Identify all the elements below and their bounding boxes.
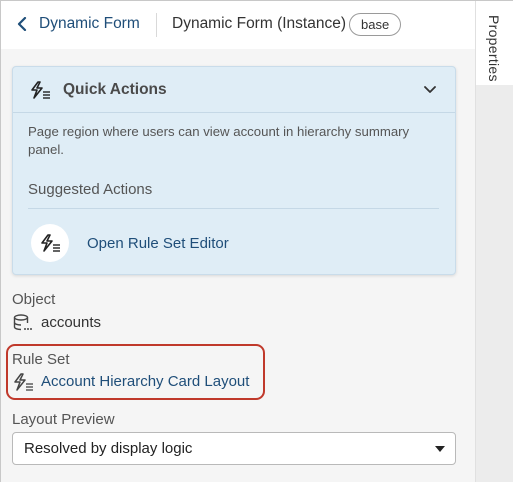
rule-set-icon	[29, 81, 51, 104]
rule-set-link[interactable]: Account Hierarchy Card Layout	[41, 373, 249, 390]
properties-rail	[475, 85, 513, 482]
layout-preview-value: Resolved by display logic	[24, 440, 193, 457]
open-rule-set-editor-action[interactable]: Open Rule Set Editor	[31, 223, 229, 263]
status-badge: base	[349, 13, 402, 36]
app-frame: Dynamic Form Dynamic Form (Instance) bas…	[0, 0, 513, 482]
breadcrumb-dynamic-form[interactable]: Dynamic Form	[39, 15, 140, 33]
back-chevron-icon[interactable]	[13, 14, 31, 34]
rule-set-icon	[12, 373, 34, 396]
quick-actions-header[interactable]: Quick Actions	[13, 67, 455, 113]
open-rule-set-editor-link[interactable]: Open Rule Set Editor	[87, 235, 229, 252]
header-divider	[156, 13, 157, 37]
object-label: Object	[12, 291, 56, 308]
page-header: Dynamic Form Dynamic Form (Instance) bas…	[1, 1, 475, 49]
tab-properties-label: Properties	[486, 15, 502, 82]
quick-actions-panel: Quick Actions Page region where users ca…	[12, 66, 456, 275]
object-value: accounts	[41, 314, 102, 331]
quick-actions-title: Quick Actions	[63, 81, 167, 98]
suggested-actions-heading: Suggested Actions	[28, 181, 153, 198]
chevron-down-icon[interactable]	[421, 81, 439, 99]
rule-set-label: Rule Set	[12, 351, 70, 368]
page-title: Dynamic Form (Instance)	[172, 15, 346, 32]
divider	[28, 208, 439, 209]
rule-set-icon	[31, 224, 69, 262]
tab-properties[interactable]: Properties	[475, 1, 513, 85]
layout-preview-label: Layout Preview	[12, 411, 115, 428]
database-icon	[13, 314, 33, 337]
caret-down-icon	[435, 446, 445, 452]
layout-preview-select[interactable]: Resolved by display logic	[12, 432, 456, 465]
quick-actions-description: Page region where users can view account…	[28, 124, 410, 157]
